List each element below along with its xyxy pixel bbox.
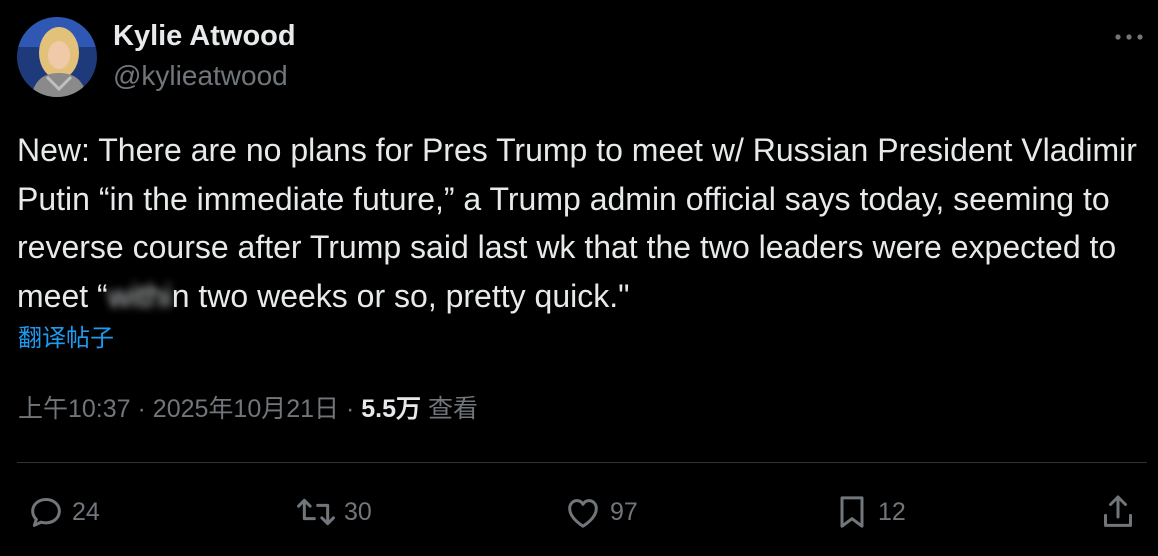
divider: [17, 462, 1147, 463]
bookmark-button[interactable]: 12: [832, 490, 906, 534]
tweet-text-blurred: withi: [107, 277, 172, 314]
tweet-text-end: n two weeks or so, pretty quick.": [171, 277, 630, 314]
views-label: 查看: [427, 395, 478, 423]
translate-post-link[interactable]: 翻译帖子: [18, 323, 114, 355]
tweet-time[interactable]: 上午10:37: [18, 395, 131, 423]
like-icon: [562, 492, 604, 532]
avatar[interactable]: [17, 17, 97, 97]
reply-count: 24: [72, 497, 100, 526]
reply-button[interactable]: 24: [26, 490, 100, 534]
user-handle[interactable]: @kylieatwood: [113, 58, 288, 94]
views-count: 5.5万: [361, 395, 422, 423]
meta-separator: ·: [345, 395, 355, 423]
like-count: 97: [610, 497, 638, 526]
meta-separator: ·: [137, 395, 146, 423]
reply-icon: [26, 492, 66, 532]
share-icon: [1098, 492, 1138, 532]
bookmark-icon: [832, 492, 872, 532]
display-name[interactable]: Kylie Atwood: [113, 18, 296, 54]
tweet-text: New: There are no plans for Pres Trump t…: [17, 126, 1137, 320]
repost-count: 30: [344, 497, 372, 526]
bookmark-count: 12: [878, 497, 906, 526]
repost-icon: [294, 492, 338, 532]
share-button[interactable]: [1098, 490, 1138, 534]
tweet-meta: 上午10:37 · 2025年10月21日 · 5.5万 查看: [18, 391, 478, 427]
like-button[interactable]: 97: [562, 490, 638, 534]
more-icon[interactable]: [1112, 24, 1146, 50]
repost-button[interactable]: 30: [294, 490, 372, 534]
tweet-date[interactable]: 2025年10月21日: [153, 395, 339, 423]
